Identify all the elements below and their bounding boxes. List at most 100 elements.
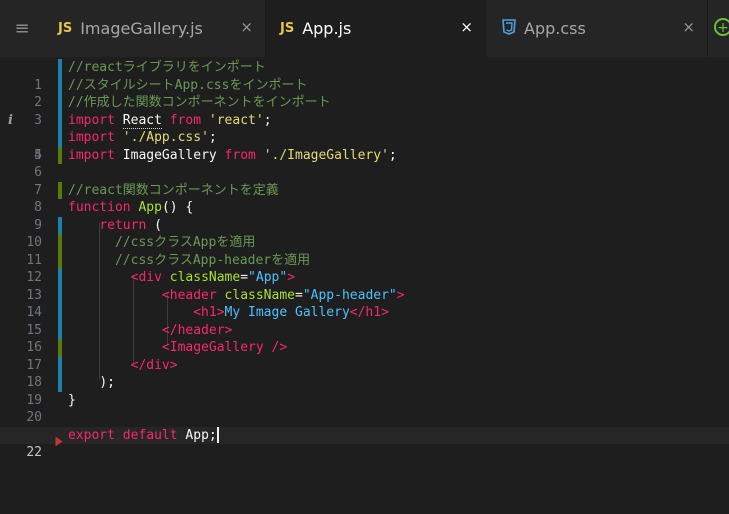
change-marker <box>58 146 62 164</box>
code-line: 20 } <box>0 392 729 426</box>
change-marker <box>58 269 62 287</box>
change-marker <box>58 321 62 339</box>
keyword: function <box>68 200 131 215</box>
menu-icon[interactable]: ≡ <box>0 0 44 57</box>
code-line: 8 //react関数コンポーネントを定義 <box>0 181 729 215</box>
jsx-tag: <header <box>161 287 217 303</box>
tab-app-css[interactable]: App.css × <box>486 0 708 57</box>
code-line: 12 //cssクラスApp-headerを適用 <box>0 251 729 285</box>
comment: //cssクラスAppを適用 <box>114 235 256 250</box>
code-line: 19 ); <box>0 374 729 408</box>
js-file-icon: JS <box>280 21 295 36</box>
identifier: React <box>122 112 162 129</box>
code-line: 9 function App() { <box>0 199 729 233</box>
punct: = <box>240 270 249 285</box>
jsx-text: My Image Gallery <box>224 305 350 320</box>
css-logo-icon <box>502 18 516 35</box>
jsx-attr: className <box>169 270 241 285</box>
keyword: default <box>122 427 178 443</box>
comment: //作成した関数コンポーネントをインポート <box>68 95 331 110</box>
deleted-marker-icon <box>55 436 63 446</box>
string: 'react' <box>208 112 264 128</box>
keyword: import <box>68 112 115 128</box>
punct: } <box>68 392 76 408</box>
code-line: i 4 import React from 'react'; <box>0 111 729 163</box>
punct: ( <box>154 217 162 233</box>
close-icon[interactable]: × <box>682 18 695 36</box>
code-line: 16 </header> <box>0 321 729 355</box>
code-line: 3 //作成した関数コンポーネントをインポート <box>0 94 729 128</box>
tab-bar: ≡ JS ImageGallery.js × JS App.js × App.c… <box>0 0 729 57</box>
change-marker <box>58 181 62 199</box>
change-marker <box>58 304 62 322</box>
code-line-current: 22 export default App; <box>0 426 729 460</box>
change-marker <box>58 251 62 269</box>
code-line: 10 return ( <box>0 216 729 250</box>
string: './App.css' <box>122 130 209 145</box>
close-icon[interactable]: × <box>460 18 473 36</box>
keyword: from <box>169 112 202 128</box>
jsx-tag: <ImageGallery /> <box>161 340 288 355</box>
keyword: return <box>99 217 147 233</box>
punct: ; <box>388 147 397 163</box>
change-marker <box>58 216 62 234</box>
jsx-tag: </h1> <box>349 305 389 320</box>
code-line: 13 <div className="App"> <box>0 269 729 303</box>
tab-label: ImageGallery.js <box>80 19 203 38</box>
tab-label: App.css <box>524 19 586 38</box>
jsx-tag: </div> <box>130 357 178 373</box>
punct: () { <box>161 200 194 215</box>
jsx-tag: </header> <box>161 322 233 338</box>
close-icon[interactable]: × <box>240 18 253 36</box>
change-marker <box>58 356 62 374</box>
identifier: ImageGallery <box>122 147 217 163</box>
code-line: 1 //reactライブラリをインポート <box>0 59 729 93</box>
tab-label: App.js <box>302 19 352 38</box>
punct: = <box>295 287 303 303</box>
jsx-value: "App" <box>248 270 288 285</box>
identifier: App; <box>185 427 217 443</box>
code-line: 2 //スタイルシートApp.cssをインポート <box>0 76 729 110</box>
comment: //cssクラスApp-headerを適用 <box>114 252 311 268</box>
change-marker <box>58 339 62 357</box>
jsx-value: "App-header" <box>302 287 397 303</box>
comment: //react関数コンポーネントを定義 <box>68 182 279 198</box>
function-name: App <box>138 200 162 215</box>
jsx-attr: className <box>224 287 295 303</box>
change-marker <box>58 111 62 129</box>
code-line: 7 <box>0 164 729 198</box>
jsx-tag: > <box>287 270 296 285</box>
change-marker <box>58 374 62 392</box>
info-icon[interactable]: i <box>8 112 13 130</box>
punct: ; <box>263 112 272 128</box>
tab-app-js[interactable]: JS App.js × <box>266 0 486 57</box>
punct: ; <box>208 130 217 145</box>
text-cursor <box>216 427 219 443</box>
string: './ImageGallery' <box>263 147 389 163</box>
change-marker <box>58 286 62 304</box>
code-line: 11 //cssクラスAppを適用 <box>0 234 729 268</box>
keyword: import <box>68 130 115 145</box>
code-line: 21 <box>0 409 729 443</box>
line-number: 22 <box>26 445 42 460</box>
js-file-icon: JS <box>58 21 73 36</box>
code-line: 14 <header className="App-header"> <box>0 286 729 320</box>
code-line: 5 import './App.css'; <box>0 129 729 163</box>
add-tab-icon[interactable]: + <box>714 18 729 36</box>
tab-imagegallery-js[interactable]: JS ImageGallery.js × <box>44 0 266 57</box>
change-marker <box>58 94 62 112</box>
change-marker <box>58 59 62 77</box>
jsx-tag: <div <box>130 270 162 285</box>
change-marker <box>58 234 62 252</box>
code-line: 17 <ImageGallery /> <box>0 339 729 373</box>
comment: //reactライブラリをインポート <box>68 60 266 75</box>
keyword: import <box>68 147 115 163</box>
code-editor[interactable]: 1 //reactライブラリをインポート 2 //スタイルシートApp.cssを… <box>0 57 729 460</box>
code-line: 6 import ImageGallery from './ImageGalle… <box>0 146 729 180</box>
keyword: from <box>224 147 256 163</box>
keyword: export <box>68 427 115 443</box>
change-marker <box>58 76 62 94</box>
code-line: 18 </div> <box>0 356 729 390</box>
css-file-icon <box>502 18 516 39</box>
punct: ); <box>99 375 115 390</box>
